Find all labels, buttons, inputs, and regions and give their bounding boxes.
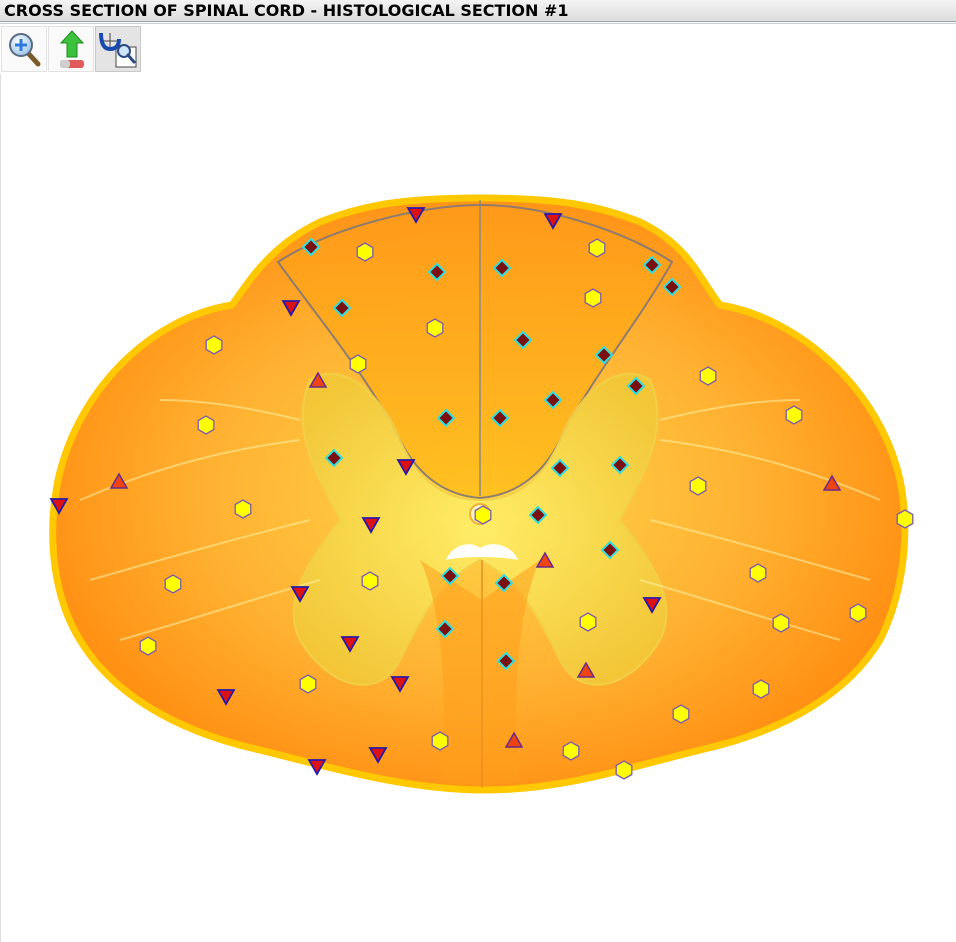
hexagon-marker[interactable] — [426, 318, 444, 338]
hexagon-marker[interactable] — [588, 238, 606, 258]
hexagon-marker[interactable] — [749, 563, 767, 583]
hexagon-marker[interactable] — [849, 603, 867, 623]
hexagon-marker[interactable] — [361, 571, 379, 591]
hexagon-marker[interactable] — [896, 509, 914, 529]
hexagon-marker[interactable] — [699, 366, 717, 386]
hexagon-marker[interactable] — [579, 612, 597, 632]
hexagon-marker[interactable] — [356, 242, 374, 262]
hexagon-marker[interactable] — [349, 354, 367, 374]
hexagon-marker[interactable] — [672, 704, 690, 724]
hexagon-marker[interactable] — [752, 679, 770, 699]
hexagon-marker[interactable] — [205, 335, 223, 355]
hexagon-marker[interactable] — [234, 499, 252, 519]
hexagon-marker[interactable] — [431, 731, 449, 751]
hexagon-marker[interactable] — [474, 505, 492, 525]
hexagon-marker[interactable] — [197, 415, 215, 435]
hexagon-marker[interactable] — [562, 741, 580, 761]
hexagon-marker[interactable] — [139, 636, 157, 656]
hexagon-marker[interactable] — [785, 405, 803, 425]
hexagon-marker[interactable] — [689, 476, 707, 496]
hexagon-marker[interactable] — [615, 760, 633, 780]
hexagon-marker[interactable] — [772, 613, 790, 633]
hexagon-marker[interactable] — [299, 674, 317, 694]
spinal-cord-section-image[interactable] — [0, 0, 956, 942]
hexagon-marker[interactable] — [164, 574, 182, 594]
hexagon-marker[interactable] — [584, 288, 602, 308]
